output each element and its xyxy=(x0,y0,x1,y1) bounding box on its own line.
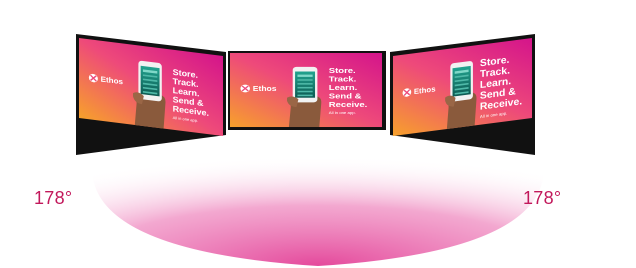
viewing-angle-arc xyxy=(92,150,544,266)
screen-center-headline-5: Receive. xyxy=(329,100,368,109)
screen-center: Ethos Store. Track. Learn. Send & Receiv… xyxy=(228,51,386,130)
illustration-canvas: Ethos Store. Track. Learn. Send & Receiv… xyxy=(76,34,544,266)
screen-center-tagline: All in one app. xyxy=(329,110,356,114)
viewing-angle-right-label: 178° xyxy=(523,188,562,208)
screen-center-brand: Ethos xyxy=(253,85,277,93)
viewing-angle-illustration: Ethos Store. Track. Learn. Send & Receiv… xyxy=(0,0,636,268)
screen-center-headline-2: Track. xyxy=(329,74,356,83)
screen-right: Ethos Store. Track. Learn. Send & Receiv… xyxy=(390,34,535,155)
screen-left: Ethos Store. Track. Learn. Send & Receiv… xyxy=(76,34,226,155)
screen-center-headline-4: Send & xyxy=(329,91,362,100)
screen-center-headline-3: Learn. xyxy=(329,83,357,92)
screen-center-headline-1: Store. xyxy=(329,66,356,75)
viewing-angle-left-label: 178° xyxy=(34,188,73,208)
